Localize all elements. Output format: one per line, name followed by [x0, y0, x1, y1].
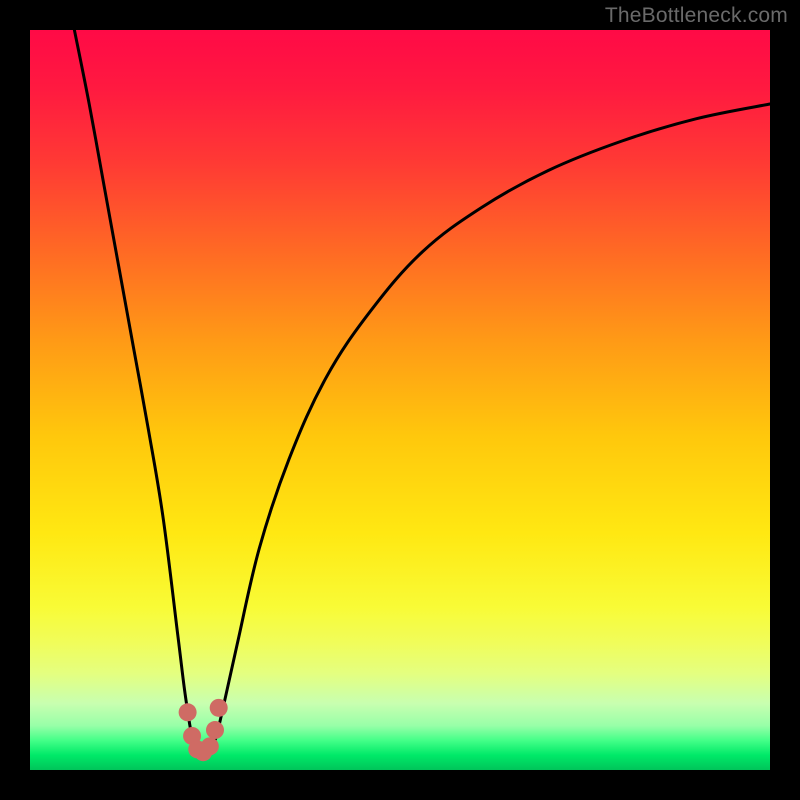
plot-frame: [30, 30, 770, 770]
min-marker-dot: [201, 737, 219, 755]
min-marker-dot: [206, 721, 224, 739]
min-region-markers: [179, 699, 228, 761]
min-marker-dot: [210, 699, 228, 717]
watermark-text: TheBottleneck.com: [605, 4, 788, 28]
bottleneck-curve: [74, 30, 770, 757]
plot-svg: [30, 30, 770, 770]
min-marker-dot: [179, 703, 197, 721]
